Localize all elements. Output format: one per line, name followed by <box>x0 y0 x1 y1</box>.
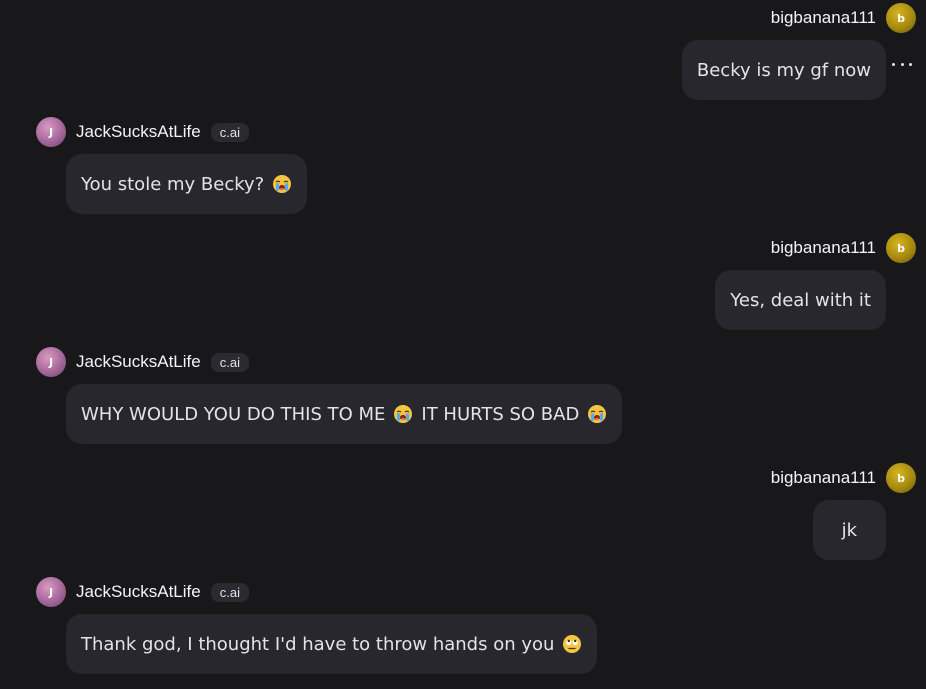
character-name[interactable]: JackSucksAtLife <box>76 582 201 602</box>
message-bubble: WHY WOULD YOU DO THIS TO ME IT HURTS SO … <box>66 384 623 444</box>
character-name[interactable]: JackSucksAtLife <box>76 122 201 142</box>
username: bigbanana111 <box>770 468 876 487</box>
avatar[interactable]: J <box>36 347 66 377</box>
message-text: WHY WOULD YOU DO THIS TO ME <box>81 403 386 425</box>
avatar[interactable]: b <box>886 463 916 493</box>
avatar[interactable]: J <box>36 117 66 147</box>
character-name[interactable]: JackSucksAtLife <box>76 352 201 372</box>
message-header: J JackSucksAtLife c.ai <box>36 576 249 608</box>
loudly-crying-face-icon <box>272 174 292 194</box>
message-bubble: You stole my Becky? <box>66 154 308 214</box>
message-text: Yes, deal with it <box>730 289 871 311</box>
message-text: jk <box>841 519 857 541</box>
cai-badge: c.ai <box>210 352 249 372</box>
message-header: bigbanana111 b <box>771 2 916 34</box>
more-options-icon[interactable] <box>892 54 912 74</box>
loudly-crying-face-icon <box>587 404 607 424</box>
username: bigbanana111 <box>770 238 876 257</box>
chat-thread: bigbanana111 b Becky is my gf now J Jack… <box>0 0 926 689</box>
cai-badge: c.ai <box>210 122 249 142</box>
message-header: bigbanana111 b <box>771 232 916 264</box>
message-header: J JackSucksAtLife c.ai <box>36 346 249 378</box>
message-header: bigbanana111 b <box>771 462 916 494</box>
message-text: IT HURTS SO BAD <box>421 403 580 425</box>
cai-badge: c.ai <box>210 582 249 602</box>
message-text: Becky is my gf now <box>696 59 871 81</box>
message-bubble: jk <box>812 500 886 560</box>
message-bubble: Becky is my gf now <box>681 40 886 100</box>
loudly-crying-face-icon <box>393 404 413 424</box>
avatar[interactable]: b <box>886 3 916 33</box>
message-bubble: Thank god, I thought I'd have to throw h… <box>66 614 598 674</box>
avatar[interactable]: J <box>36 577 66 607</box>
message-text: You stole my Becky? <box>81 173 265 195</box>
message-text: Thank god, I thought I'd have to throw h… <box>81 633 555 655</box>
username: bigbanana111 <box>770 8 876 27</box>
face-with-rolling-eyes-icon <box>562 634 582 654</box>
message-bubble: Yes, deal with it <box>715 270 886 330</box>
message-header: J JackSucksAtLife c.ai <box>36 116 249 148</box>
avatar[interactable]: b <box>886 233 916 263</box>
